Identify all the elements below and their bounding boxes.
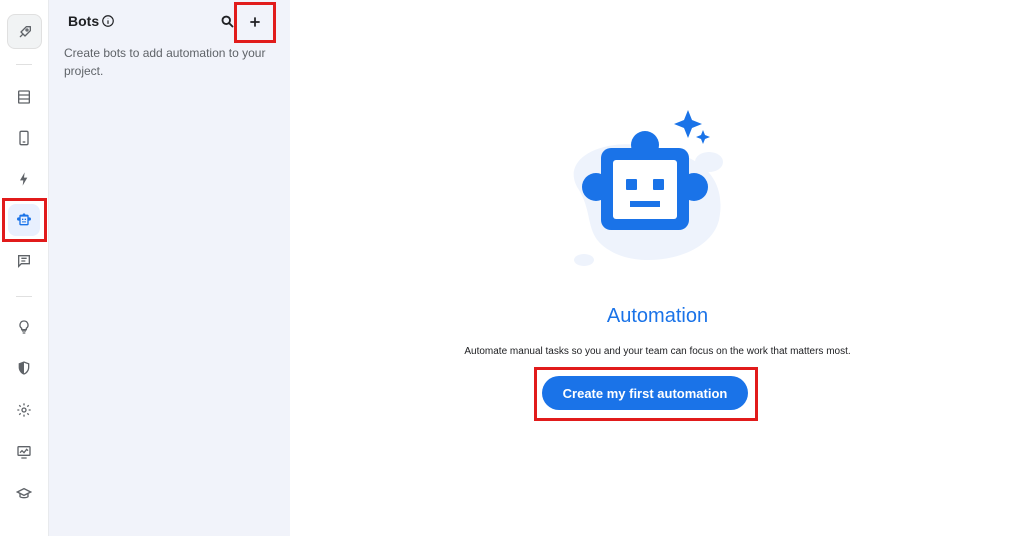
rail-divider [16,64,32,65]
rail-item-security[interactable] [8,352,40,384]
main-content: Automation Automate manual tasks so you … [291,0,1024,536]
rail-item-manage[interactable] [8,436,40,468]
lightbulb-icon [19,320,29,334]
bot-icon [17,213,31,226]
rail-item-views[interactable] [8,122,40,154]
gear-icon [17,403,31,417]
bots-panel: Bots Create bots to add automation to yo… [49,0,290,536]
shield-icon [18,361,30,375]
info-icon[interactable] [101,14,115,28]
rocket-icon [19,25,31,37]
panel-description: Create bots to add automation to your pr… [64,46,266,78]
add-bot-button[interactable] [237,4,273,40]
rail-item-settings[interactable] [8,394,40,426]
comment-icon [18,255,30,268]
graduation-cap-icon [16,487,32,499]
rail-item-learn[interactable] [8,478,40,510]
rail-item-intelligence[interactable] [8,245,40,277]
plus-icon [250,17,260,27]
rail-divider [16,296,32,297]
search-icon[interactable] [220,14,235,29]
rail-item-data[interactable] [8,81,40,113]
empty-state-title: Automation [606,305,709,327]
rail-item-actions[interactable] [8,163,40,195]
table-icon [18,90,30,104]
robot-illustration [573,110,723,266]
lightning-icon [20,172,28,186]
rail-item-ideas[interactable] [8,311,40,343]
app-logo-button[interactable] [7,14,42,49]
empty-state-description: Automate manual tasks so you and your te… [464,346,851,357]
phone-icon [19,130,29,146]
create-first-automation-button[interactable]: Create my first automation [542,376,748,410]
icon-rail [0,0,49,536]
rail-item-bots[interactable] [8,204,40,236]
panel-title: Bots [68,13,100,29]
monitor-chart-icon [17,446,31,459]
